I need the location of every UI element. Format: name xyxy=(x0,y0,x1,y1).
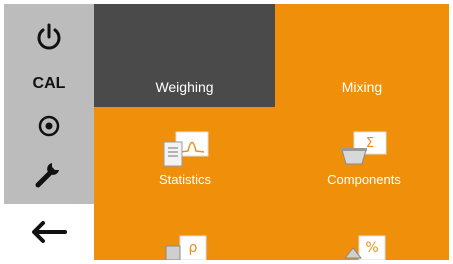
main-content: Weighing Mixing Statistics Σ Components … xyxy=(94,4,449,260)
components-button[interactable]: Σ Components xyxy=(284,130,444,187)
statistics-button[interactable]: Statistics xyxy=(105,130,265,187)
cal-label: CAL xyxy=(32,75,66,92)
app-frame: CAL Weighing Mixing Statistics Σ Compone… xyxy=(4,4,449,260)
components-label: Components xyxy=(327,172,401,187)
wrench-icon xyxy=(35,163,59,188)
tab-mixing[interactable]: Mixing xyxy=(275,4,449,107)
back-button[interactable] xyxy=(4,204,94,260)
settings-button[interactable] xyxy=(4,148,94,198)
target-icon xyxy=(38,115,60,137)
arrow-left-icon xyxy=(32,221,67,243)
calibration-button[interactable]: CAL xyxy=(4,64,94,104)
density-icon: ρ xyxy=(165,235,207,260)
statistics-icon xyxy=(163,131,209,167)
components-icon: Σ xyxy=(341,131,387,165)
density-button[interactable]: ρ xyxy=(105,230,265,260)
target-button[interactable] xyxy=(4,104,94,148)
tab-mixing-label: Mixing xyxy=(341,79,383,95)
power-button[interactable] xyxy=(4,14,94,60)
tab-weighing-label: Weighing xyxy=(155,79,214,95)
svg-text:Σ: Σ xyxy=(366,136,374,151)
power-icon xyxy=(37,23,61,50)
svg-text:%: % xyxy=(365,240,378,256)
sidebar: CAL xyxy=(4,4,94,260)
percent-icon: % xyxy=(343,235,386,260)
statistics-label: Statistics xyxy=(158,172,211,187)
percent-button[interactable]: % xyxy=(284,230,444,260)
tab-weighing[interactable]: Weighing xyxy=(94,4,275,107)
svg-text:ρ: ρ xyxy=(189,240,198,256)
